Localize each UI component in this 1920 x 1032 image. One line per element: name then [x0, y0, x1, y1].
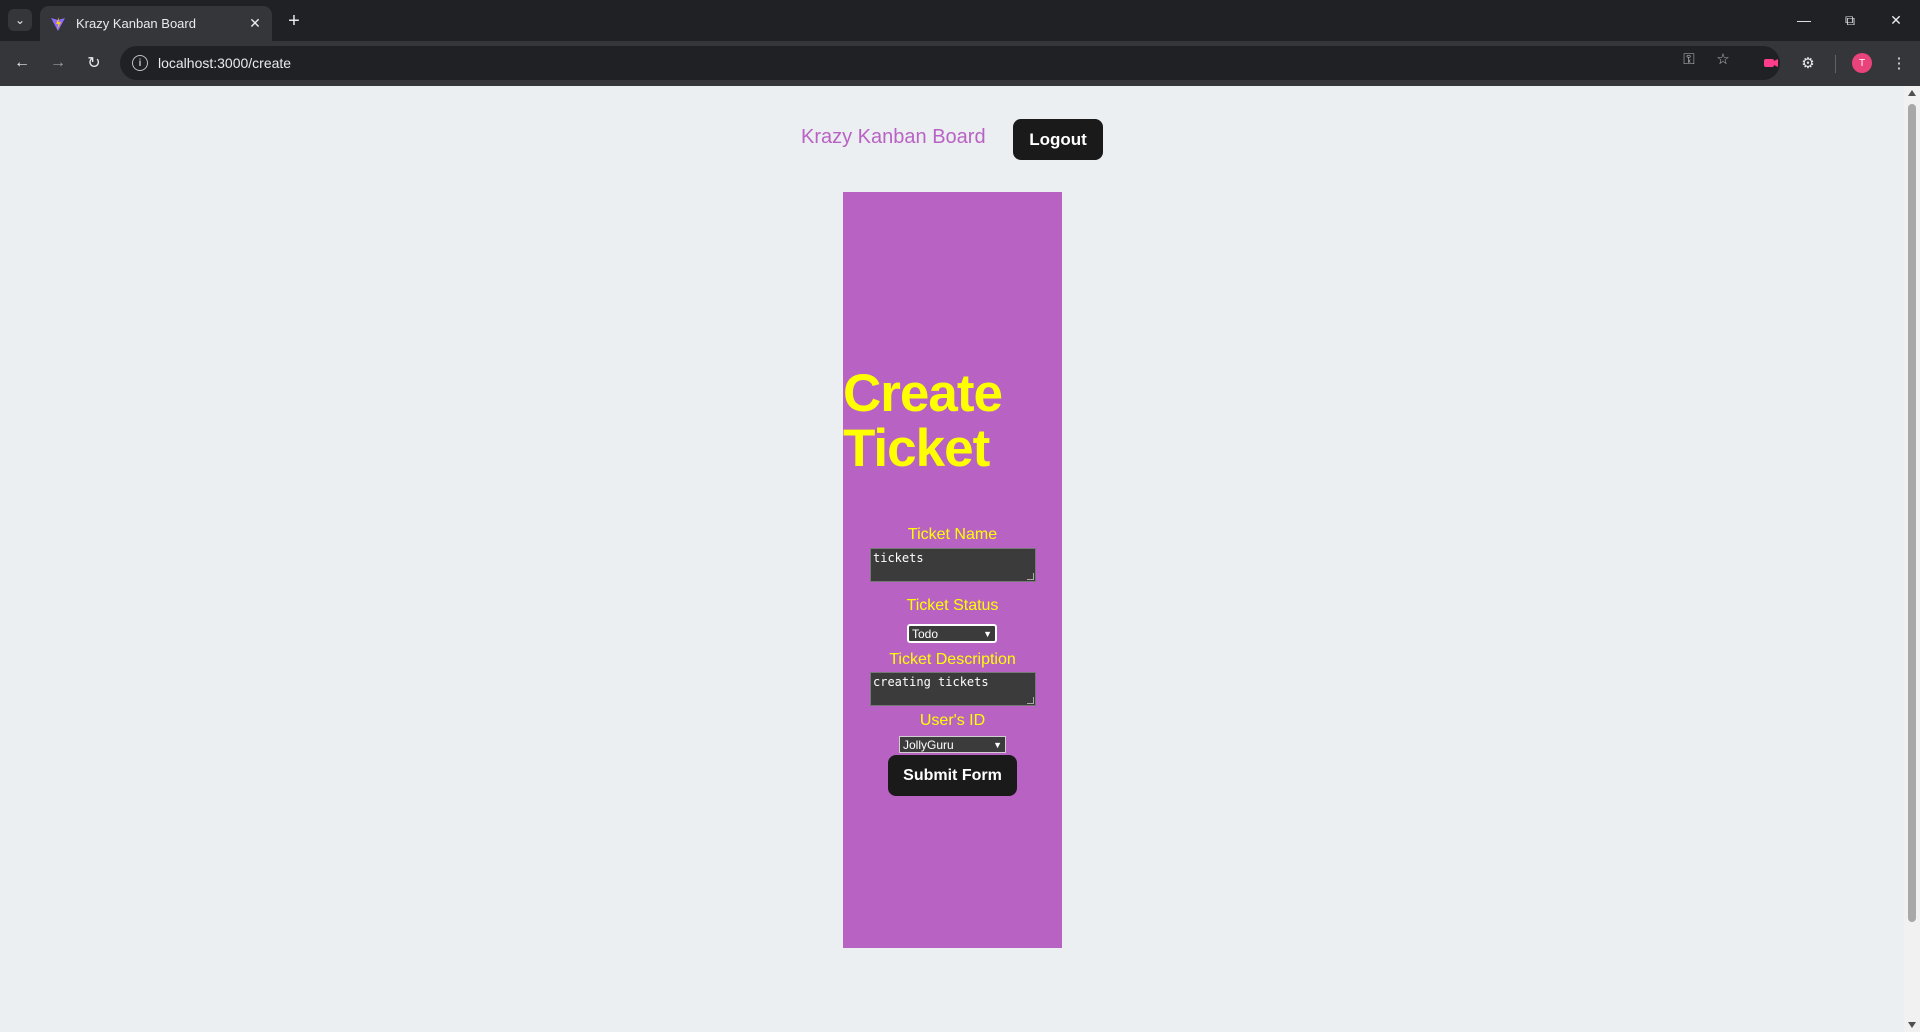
page-title: Create Ticket — [843, 364, 1003, 478]
submit-form-button[interactable]: Submit Form — [888, 755, 1017, 796]
new-tab-icon[interactable]: + — [282, 9, 306, 33]
profile-avatar[interactable]: T — [1852, 53, 1872, 73]
scroll-down-arrow-icon[interactable] — [1908, 1022, 1916, 1028]
more-menu-icon[interactable]: ⋮ — [1888, 52, 1910, 74]
toolbar-divider — [1835, 55, 1836, 73]
ticket-description-value: creating tickets — [873, 675, 989, 689]
vite-favicon-icon — [51, 16, 65, 31]
minimize-icon[interactable]: — — [1783, 6, 1825, 34]
brand-title: Krazy Kanban Board — [801, 126, 986, 148]
close-window-icon[interactable]: ✕ — [1875, 6, 1917, 34]
logout-button[interactable]: Logout — [1013, 119, 1103, 160]
resize-handle-icon[interactable] — [1027, 573, 1034, 580]
user-id-value: JollyGuru — [903, 737, 954, 752]
close-tab-icon[interactable]: ✕ — [246, 15, 264, 33]
restore-icon[interactable]: ⧉ — [1829, 6, 1871, 34]
browser-tab-bar: ⌄ Krazy Kanban Board ✕ + — ⧉ ✕ — [0, 0, 1920, 41]
page-scrollbar[interactable] — [1904, 86, 1920, 1032]
reload-icon[interactable]: ↻ — [82, 51, 106, 75]
browser-tab[interactable]: Krazy Kanban Board ✕ — [40, 6, 272, 41]
resize-handle-icon[interactable] — [1027, 697, 1034, 704]
user-id-label: User's ID — [919, 712, 986, 729]
url-text: localhost:3000/create — [158, 55, 292, 71]
extensions-puzzle-icon[interactable]: ⚙ — [1797, 52, 1819, 74]
create-ticket-form: Create Ticket Ticket Name tickets Ticket… — [843, 192, 1062, 948]
browser-toolbar: ← → ↻ i localhost:3000/create ⚿ ☆ ⚙ T ⋮ — [0, 41, 1920, 86]
chevron-down-icon: ▼ — [993, 739, 1002, 750]
ticket-status-label: Ticket Status — [906, 597, 999, 614]
tab-search-icon[interactable]: ⌄ — [8, 9, 32, 31]
forward-icon[interactable]: → — [46, 51, 70, 75]
extension-pink-icon[interactable] — [1760, 52, 1782, 74]
site-info-icon[interactable]: i — [132, 55, 148, 71]
password-key-icon[interactable]: ⚿ — [1680, 50, 1698, 68]
chevron-down-icon: ▼ — [983, 628, 992, 639]
address-bar[interactable]: i localhost:3000/create — [120, 46, 1780, 80]
scrollbar-thumb[interactable] — [1908, 104, 1916, 922]
user-id-select[interactable]: JollyGuru ▼ — [899, 736, 1006, 753]
ticket-name-value: tickets — [873, 551, 924, 565]
back-icon[interactable]: ← — [10, 51, 34, 75]
ticket-status-value: Todo — [912, 626, 939, 641]
bookmark-star-icon[interactable]: ☆ — [1714, 50, 1732, 68]
page-viewport: Krazy Kanban Board Logout Create Ticket … — [0, 86, 1904, 1032]
scroll-up-arrow-icon[interactable] — [1908, 90, 1916, 96]
ticket-description-input[interactable]: creating tickets — [870, 672, 1036, 706]
ticket-status-select[interactable]: Todo ▼ — [907, 624, 997, 643]
ticket-description-label: Ticket Description — [889, 651, 1016, 668]
ticket-name-input[interactable]: tickets — [870, 548, 1036, 582]
tab-title: Krazy Kanban Board — [76, 16, 196, 31]
ticket-name-label: Ticket Name — [907, 526, 998, 543]
